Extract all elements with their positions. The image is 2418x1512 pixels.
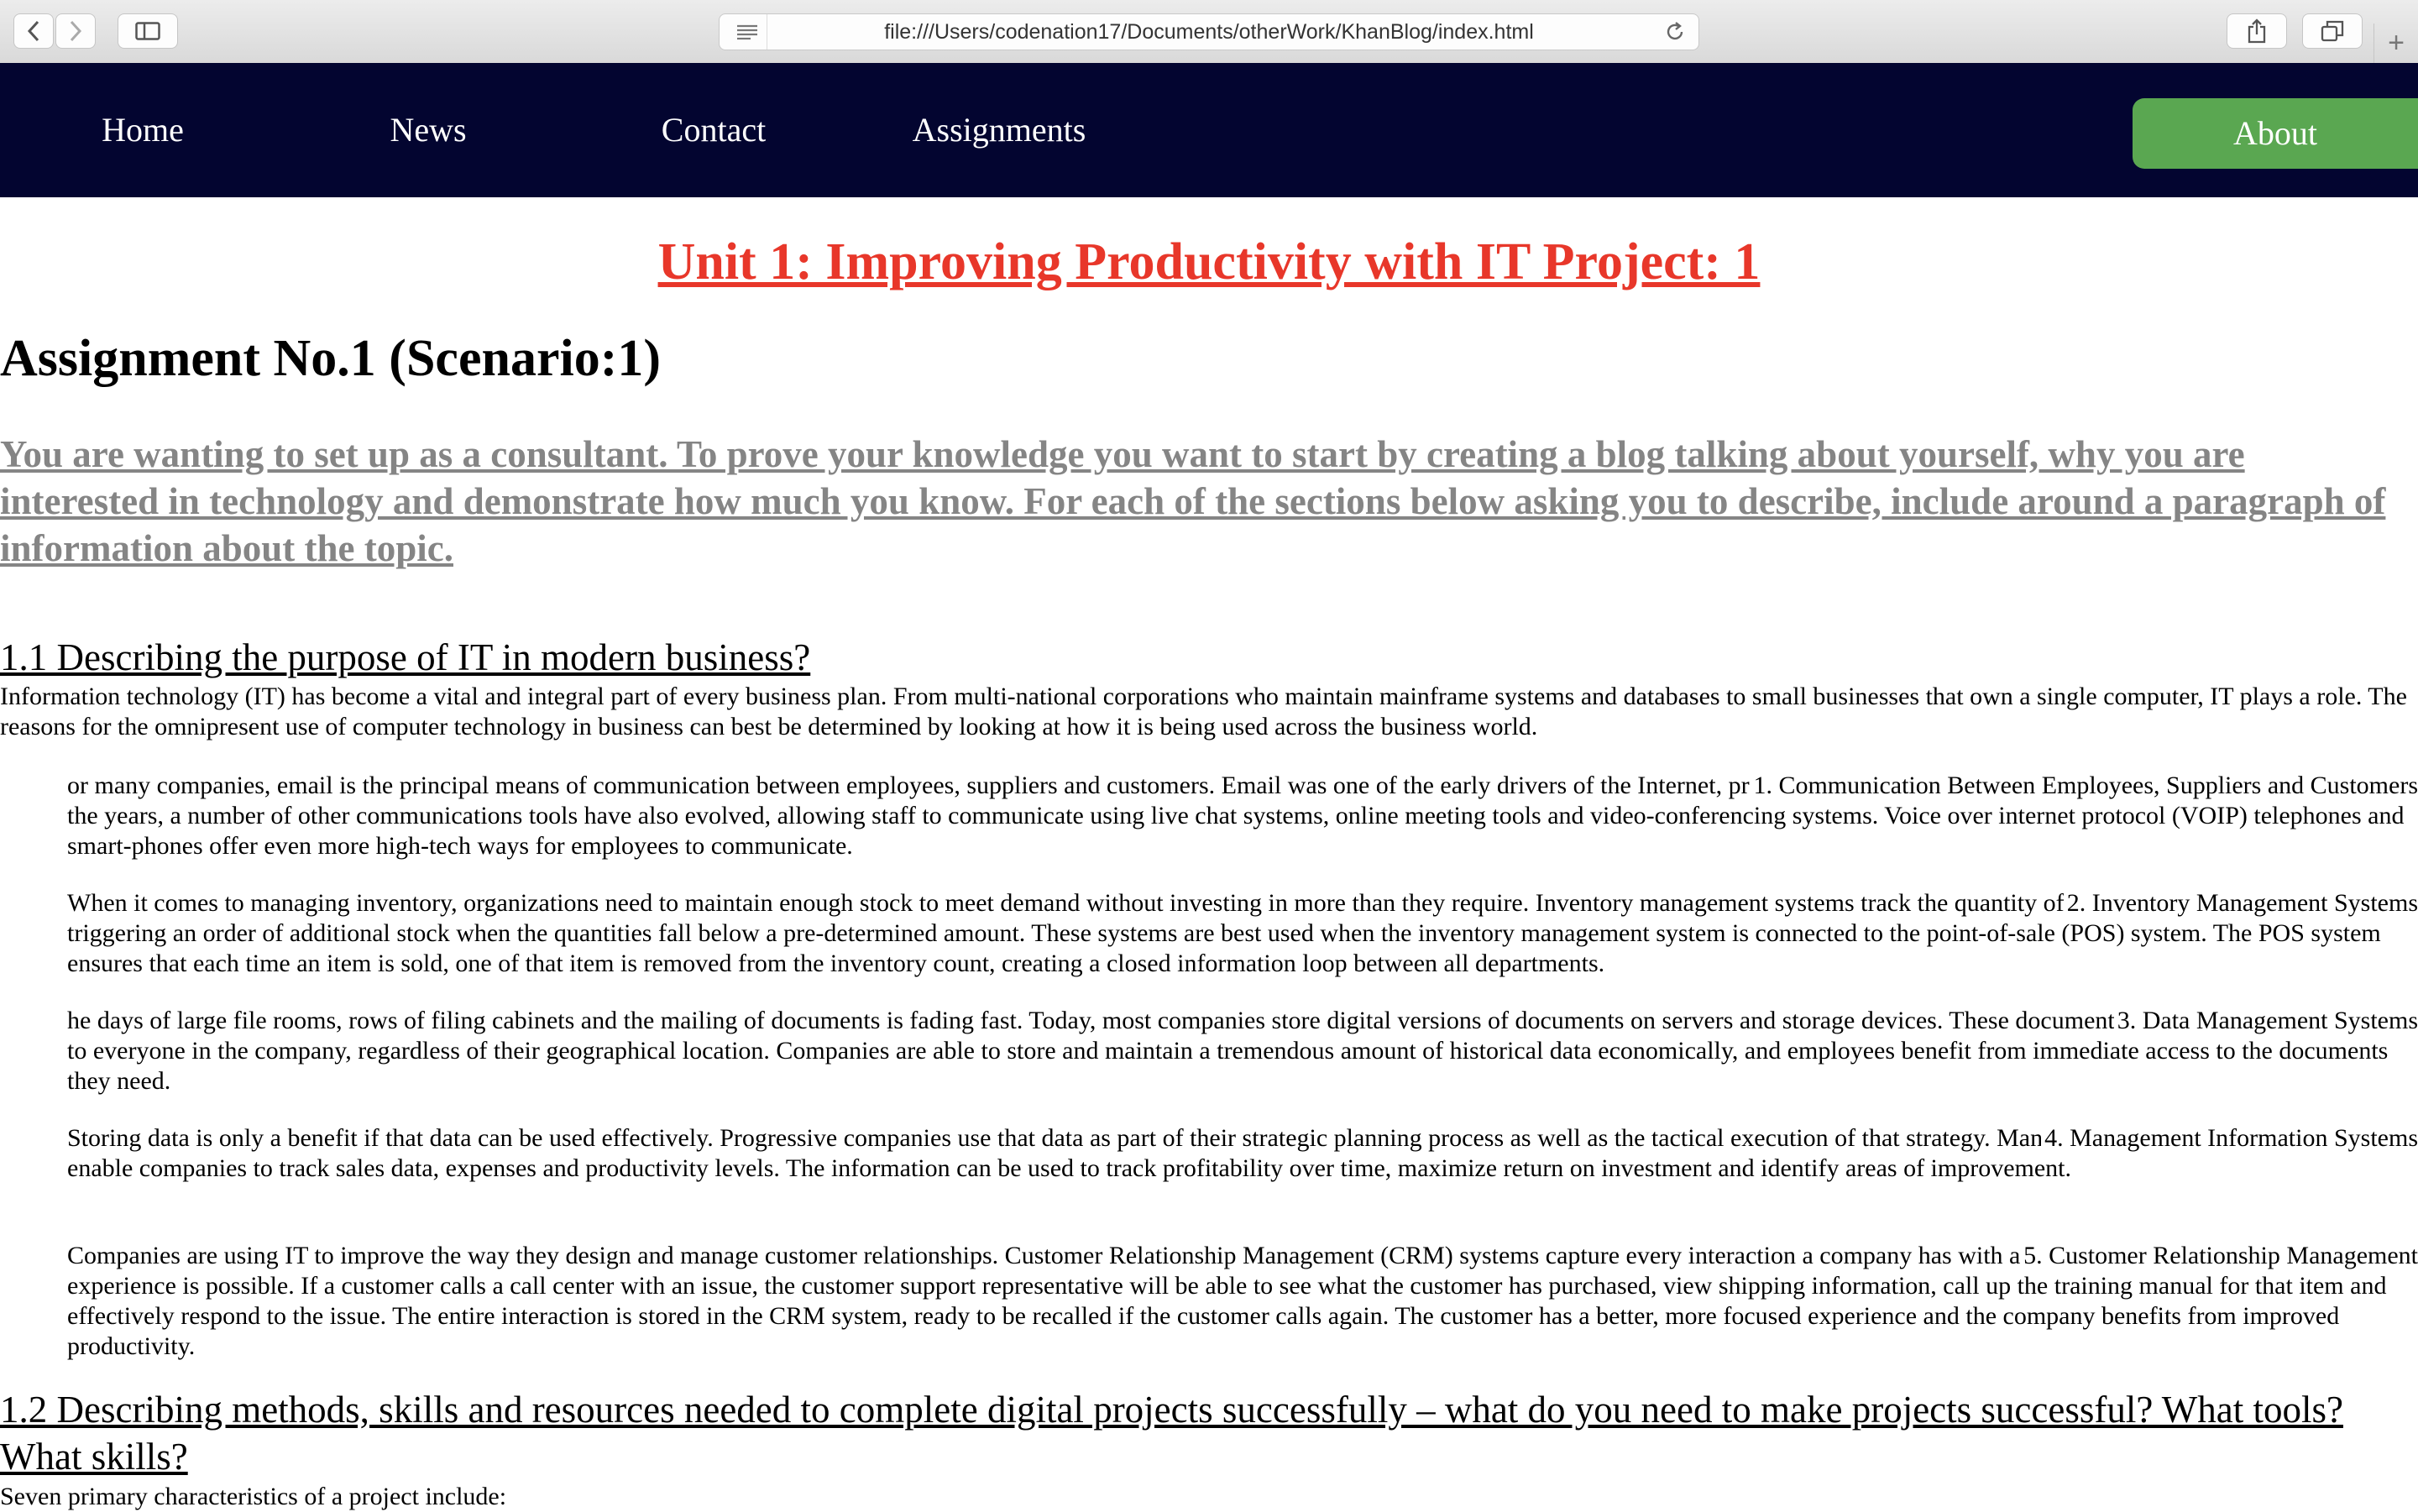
section-1-intro: Information technology (IT) has become a… <box>0 683 2407 740</box>
share-button[interactable] <box>2227 13 2287 49</box>
item-text: he days of large file rooms, rows of fil… <box>67 1007 2400 1095</box>
browser-toolbar: file:///Users/codenation17/Documents/oth… <box>0 0 2418 64</box>
back-button[interactable] <box>13 13 54 49</box>
nav-home[interactable]: Home <box>76 63 210 197</box>
share-icon <box>2247 18 2267 44</box>
tabs-icon <box>2321 20 2344 42</box>
new-tab-button[interactable]: + <box>2374 24 2418 63</box>
list-item: he days of large file rooms, rows of fil… <box>67 1006 2418 1096</box>
nav-news[interactable]: News <box>361 63 495 197</box>
item-heading: 1. Communication Between Employees, Supp… <box>1750 771 2418 801</box>
item-heading: 4. Management Information Systems <box>2041 1123 2418 1154</box>
site-navbar: Home News Contact Assignments <box>0 63 2418 197</box>
item-heading: 5. Customer Relationship Management <box>2020 1241 2418 1271</box>
nav-about-button[interactable]: About <box>2133 98 2418 169</box>
address-bar[interactable]: file:///Users/codenation17/Documents/oth… <box>719 13 1699 50</box>
back-icon <box>26 20 41 42</box>
sidebar-icon <box>135 22 160 40</box>
section-2-intro: Seven primary characteristics of a proje… <box>0 1483 507 1510</box>
item-text: When it comes to managing inventory, org… <box>67 889 2394 977</box>
sidebar-button[interactable] <box>118 13 178 49</box>
scenario-intro: You are wanting to set up as a consultan… <box>0 433 2386 569</box>
plus-icon: + <box>2388 27 2405 59</box>
list-item: Companies are using IT to improve the wa… <box>67 1241 2418 1362</box>
forward-button[interactable] <box>55 13 96 49</box>
list-item: When it comes to managing inventory, org… <box>67 888 2418 979</box>
tabs-button[interactable] <box>2302 13 2363 49</box>
url-text: file:///Users/codenation17/Documents/oth… <box>884 20 1534 44</box>
nav-contact[interactable]: Contact <box>646 63 781 197</box>
list-item: or many companies, email is the principa… <box>67 771 2418 861</box>
item-heading: 2. Inventory Management Systems <box>2063 888 2418 918</box>
section-1-heading: 1.1 Describing the purpose of IT in mode… <box>0 636 811 678</box>
reload-icon[interactable] <box>1662 14 1688 50</box>
list-item: Storing data is only a benefit if that d… <box>67 1123 2418 1184</box>
nav-assignments[interactable]: Assignments <box>898 63 1100 197</box>
assignment-title: Assignment No.1 (Scenario:1) <box>0 330 661 387</box>
section-2-heading: 1.2 Describing methods, skills and resou… <box>0 1389 2343 1478</box>
item-heading: 3. Data Management Systems <box>2113 1006 2418 1036</box>
forward-icon <box>68 20 83 42</box>
unit-title: Unit 1: Improving Productivity with IT P… <box>657 233 1761 290</box>
